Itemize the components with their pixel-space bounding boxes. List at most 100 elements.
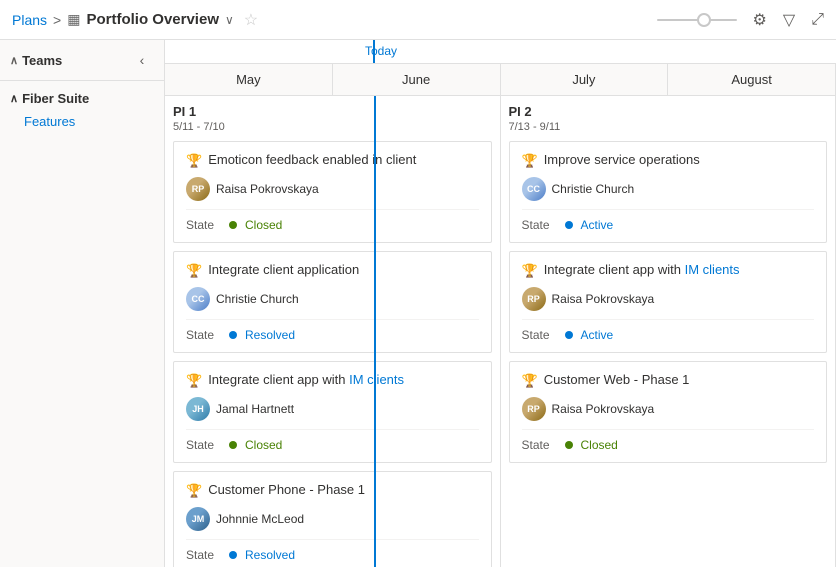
feature-title-row-6: 🏆 Integrate client app with IM clients bbox=[522, 262, 815, 279]
pi1-title: PI 1 bbox=[173, 104, 492, 119]
timeline-body: PI 1 5/11 - 7/10 🏆 Emoticon feedback ena… bbox=[165, 96, 836, 567]
trophy-icon-6: 🏆 bbox=[522, 263, 538, 279]
feature-card-2[interactable]: 🏆 Integrate client application CC Christ… bbox=[173, 251, 492, 353]
zoom-track[interactable] bbox=[657, 19, 737, 21]
state-dot-7 bbox=[565, 441, 573, 449]
zoom-thumb[interactable] bbox=[697, 13, 711, 27]
timeline-container: Today May June July August PI 1 5/11 - 7… bbox=[165, 40, 836, 567]
avatar-raisa-7: RP bbox=[522, 397, 546, 421]
feature-title-1: Emoticon feedback enabled in client bbox=[208, 152, 416, 169]
feature-title-row-2: 🏆 Integrate client application bbox=[186, 262, 479, 279]
state-dot-5 bbox=[565, 221, 573, 229]
person-name-2: Christie Church bbox=[216, 292, 299, 306]
avatar-johnnie-4: JM bbox=[186, 507, 210, 531]
months-row: May June July August bbox=[165, 64, 836, 96]
expand-icon[interactable]: ⤢ bbox=[811, 11, 824, 29]
favorite-icon[interactable]: ☆ bbox=[244, 10, 258, 30]
breadcrumb: Plans > ▦ Portfolio Overview ∨ ☆ bbox=[12, 10, 657, 30]
month-july: July bbox=[501, 64, 669, 95]
feature-person-6: RP Raisa Pokrovskaya bbox=[522, 287, 815, 311]
avatar-img-5: CC bbox=[522, 177, 546, 201]
state-value-6: Active bbox=[581, 328, 614, 342]
state-value-5: Active bbox=[581, 218, 614, 232]
person-name-6: Raisa Pokrovskaya bbox=[552, 292, 655, 306]
sidebar-group-fiber-suite: ∧ Fiber Suite Features bbox=[0, 81, 164, 139]
person-name-5: Christie Church bbox=[552, 182, 635, 196]
settings-icon[interactable]: ⚙ bbox=[753, 10, 767, 30]
state-label-6: State bbox=[522, 328, 557, 342]
header-controls: ⚙ ▽ ⤢ bbox=[657, 10, 824, 30]
breadcrumb-plans-link[interactable]: Plans bbox=[12, 12, 47, 28]
feature-state-2: State Resolved bbox=[186, 319, 479, 342]
trophy-icon-5: 🏆 bbox=[522, 153, 538, 169]
sidebar-group-label: Fiber Suite bbox=[22, 91, 89, 106]
feature-state-4: State Resolved bbox=[186, 539, 479, 562]
feature-title-row-1: 🏆 Emoticon feedback enabled in client bbox=[186, 152, 479, 169]
title-chevron-icon[interactable]: ∨ bbox=[225, 13, 234, 27]
feature-title-3: Integrate client app with IM clients bbox=[208, 372, 404, 389]
feature-card-7[interactable]: 🏆 Customer Web - Phase 1 RP Raisa Pokrov… bbox=[509, 361, 828, 463]
sidebar-header-left: ∧ Teams bbox=[10, 53, 62, 68]
sidebar-item-features[interactable]: Features bbox=[0, 110, 164, 133]
feature-title-4: Customer Phone - Phase 1 bbox=[208, 482, 365, 499]
today-indicator-row: Today bbox=[165, 40, 836, 64]
avatar-christie-5: CC bbox=[522, 177, 546, 201]
pi2-title: PI 2 bbox=[509, 104, 828, 119]
person-name-7: Raisa Pokrovskaya bbox=[552, 402, 655, 416]
feature-card-3[interactable]: 🏆 Integrate client app with IM clients J… bbox=[173, 361, 492, 463]
avatar-christie-2: CC bbox=[186, 287, 210, 311]
avatar-img-2: CC bbox=[186, 287, 210, 311]
month-august: August bbox=[668, 64, 836, 95]
feature-state-6: State Active bbox=[522, 319, 815, 342]
feature-title-7: Customer Web - Phase 1 bbox=[544, 372, 690, 389]
person-name-1: Raisa Pokrovskaya bbox=[216, 182, 319, 196]
feature-person-4: JM Johnnie McLeod bbox=[186, 507, 479, 531]
feature-card-5[interactable]: 🏆 Improve service operations CC Christie… bbox=[509, 141, 828, 243]
group-chevron-icon: ∧ bbox=[10, 92, 18, 105]
sidebar-header: ∧ Teams ‹ bbox=[0, 40, 164, 81]
feature-state-3: State Closed bbox=[186, 429, 479, 452]
state-value-3: Closed bbox=[245, 438, 282, 452]
main-layout: ∧ Teams ‹ ∧ Fiber Suite Features Today bbox=[0, 40, 836, 567]
state-dot-6 bbox=[565, 331, 573, 339]
state-value-1: Closed bbox=[245, 218, 282, 232]
feature-state-5: State Active bbox=[522, 209, 815, 232]
feature-person-1: RP Raisa Pokrovskaya bbox=[186, 177, 479, 201]
month-may: May bbox=[165, 64, 333, 95]
state-label-4: State bbox=[186, 548, 221, 562]
person-name-3: Jamal Hartnett bbox=[216, 402, 294, 416]
breadcrumb-separator: > bbox=[53, 12, 61, 28]
trophy-icon-1: 🏆 bbox=[186, 153, 202, 169]
collapse-icon: ‹ bbox=[140, 52, 145, 68]
feature-title-6: Integrate client app with IM clients bbox=[544, 262, 740, 279]
feature-title-row-3: 🏆 Integrate client app with IM clients bbox=[186, 372, 479, 389]
feature-card-6[interactable]: 🏆 Integrate client app with IM clients R… bbox=[509, 251, 828, 353]
sidebar-teams-label: Teams bbox=[22, 53, 62, 68]
filter-icon[interactable]: ▽ bbox=[783, 10, 795, 30]
avatar-jamal-3: JH bbox=[186, 397, 210, 421]
portfolio-icon: ▦ bbox=[67, 11, 80, 28]
pi1-dates: 5/11 - 7/10 bbox=[173, 121, 492, 133]
sidebar-collapse-button[interactable]: ‹ bbox=[130, 48, 154, 72]
state-dot-4 bbox=[229, 551, 237, 559]
teams-chevron-icon[interactable]: ∧ bbox=[10, 54, 18, 67]
feature-card-1[interactable]: 🏆 Emoticon feedback enabled in client RP… bbox=[173, 141, 492, 243]
avatar-img-1: RP bbox=[186, 177, 210, 201]
sidebar-group-header[interactable]: ∧ Fiber Suite bbox=[0, 87, 164, 110]
feature-state-1: State Closed bbox=[186, 209, 479, 232]
feature-person-2: CC Christie Church bbox=[186, 287, 479, 311]
person-name-4: Johnnie McLeod bbox=[216, 512, 304, 526]
state-value-2: Resolved bbox=[245, 328, 295, 342]
month-june: June bbox=[333, 64, 501, 95]
feature-title-5: Improve service operations bbox=[544, 152, 700, 169]
zoom-control[interactable] bbox=[657, 19, 737, 21]
feature-person-7: RP Raisa Pokrovskaya bbox=[522, 397, 815, 421]
avatar-img-3: JH bbox=[186, 397, 210, 421]
trophy-icon-2: 🏆 bbox=[186, 263, 202, 279]
feature-card-4[interactable]: 🏆 Customer Phone - Phase 1 JM Johnnie Mc… bbox=[173, 471, 492, 567]
app-header: Plans > ▦ Portfolio Overview ∨ ☆ ⚙ ▽ ⤢ bbox=[0, 0, 836, 40]
state-dot-1 bbox=[229, 221, 237, 229]
feature-title-row-4: 🏆 Customer Phone - Phase 1 bbox=[186, 482, 479, 499]
state-label-2: State bbox=[186, 328, 221, 342]
trophy-icon-3: 🏆 bbox=[186, 373, 202, 389]
